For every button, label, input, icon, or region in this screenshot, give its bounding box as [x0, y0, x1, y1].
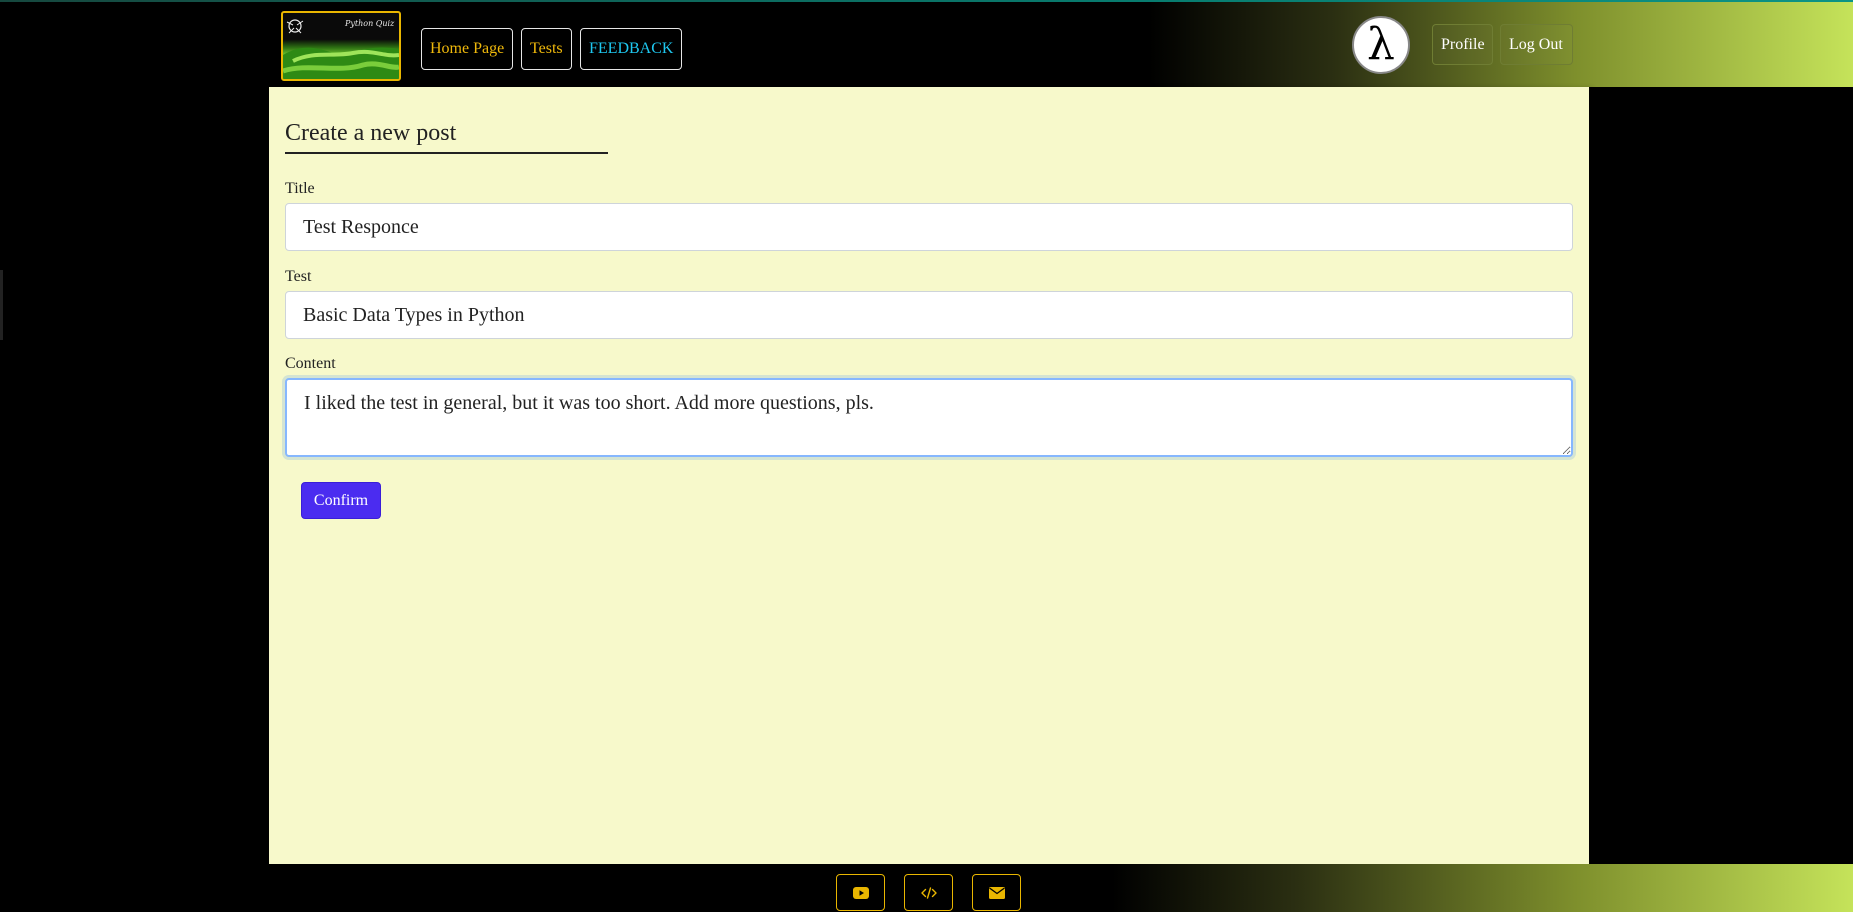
log-out-button[interactable]: Log Out: [1500, 24, 1573, 65]
nav-tests[interactable]: Tests: [521, 28, 572, 70]
user-avatar[interactable]: λ: [1352, 16, 1410, 74]
email-button[interactable]: [972, 874, 1021, 911]
window-edge: [0, 270, 3, 340]
profile-button[interactable]: Profile: [1432, 24, 1493, 65]
youtube-button[interactable]: [836, 874, 885, 911]
nav-feedback[interactable]: FEEDBACK: [580, 28, 682, 70]
title-input[interactable]: [285, 203, 1573, 251]
test-label: Test: [285, 268, 312, 285]
content-textarea[interactable]: I liked the test in general, but it was …: [285, 378, 1573, 457]
confirm-button[interactable]: Confirm: [301, 482, 381, 519]
header: Python Quiz Home Page Tests FEEDBACK λ P…: [0, 2, 1853, 87]
code-button[interactable]: [904, 874, 953, 911]
content-label: Content: [285, 355, 336, 372]
footer: [0, 864, 1853, 912]
site-logo[interactable]: Python Quiz: [281, 11, 401, 81]
title-label: Title: [285, 180, 315, 197]
logo-text: Python Quiz: [345, 19, 395, 28]
code-icon: [920, 886, 937, 899]
page-title: Create a new post: [285, 120, 457, 146]
envelope-icon: [988, 886, 1005, 899]
test-input[interactable]: [285, 291, 1573, 339]
title-underline: [285, 152, 608, 154]
nav-home-page[interactable]: Home Page: [421, 28, 513, 70]
youtube-icon: [852, 886, 869, 899]
main-content: Create a new post Title Test Content I l…: [269, 87, 1589, 864]
